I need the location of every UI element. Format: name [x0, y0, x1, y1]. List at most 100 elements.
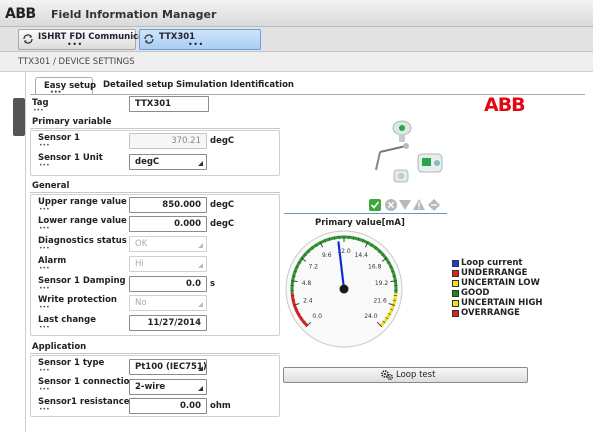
- alarm-select: Hi: [129, 256, 207, 272]
- diagnostics-status-label: Diagnostics status: [38, 236, 127, 246]
- write-protection-dots: •••: [39, 304, 50, 311]
- function-check-icon: [399, 200, 411, 210]
- loop-test-label: Loop test: [396, 370, 436, 380]
- legend-swatch: [452, 260, 459, 267]
- legend-label: UNDERRANGE: [461, 268, 528, 278]
- abb-logo: ABB: [5, 6, 36, 22]
- breadcrumb: TTX301 / DEVICE SETTINGS: [18, 57, 135, 67]
- sensor-type-dots: •••: [39, 367, 50, 374]
- gauge-tick-label: 4.8: [302, 280, 312, 287]
- upper-range-dots: •••: [39, 206, 50, 213]
- tab-dots: •••: [50, 89, 62, 96]
- device-image: [375, 120, 443, 183]
- legend-swatch: [452, 270, 459, 277]
- alarm-dots: •••: [39, 265, 50, 272]
- sensor1-value: 370.21: [129, 133, 207, 149]
- legend-swatch: [452, 290, 459, 297]
- gauge-tick-label: 21.6: [373, 298, 387, 305]
- tag-field[interactable]: TTX301: [129, 96, 209, 112]
- breadcrumb-bar: TTX301 / DEVICE SETTINGS: [0, 52, 593, 72]
- app-title: Field Information Manager: [51, 8, 217, 21]
- check-status-icon: [369, 199, 381, 211]
- sensor-resistance-dots: •••: [39, 406, 50, 413]
- section-divider: [30, 353, 280, 354]
- gauge-tick-label: 14.4: [355, 252, 369, 259]
- lower-range-unit: degC: [210, 219, 235, 229]
- gauge-hub: [339, 284, 349, 294]
- legend-label: Loop current: [461, 258, 523, 268]
- legend-label: OVERRANGE: [461, 308, 520, 318]
- doc-tab-ttx301[interactable]: TTX301 •••: [139, 29, 261, 50]
- upper-range-label: Upper range value: [38, 197, 127, 207]
- gauge-title: Primary value[mA]: [315, 218, 405, 228]
- legend-swatch: [452, 300, 459, 307]
- device-status-icons: [369, 199, 440, 211]
- svg-text:ABB: ABB: [484, 95, 525, 113]
- sensor1-unit: degC: [210, 136, 235, 146]
- write-protection-label: Write protection: [38, 295, 117, 305]
- tag-dots: •••: [33, 107, 44, 114]
- side-panel-handle[interactable]: [13, 98, 25, 136]
- sensor-type-select[interactable]: Pt100 (IEC751): [129, 359, 207, 375]
- legend-swatch: [452, 280, 459, 287]
- tab-easy-setup[interactable]: Easy setup •••: [35, 77, 96, 96]
- damping-label: Sensor 1 Damping: [38, 276, 126, 286]
- diagnostics-dots: •••: [39, 245, 50, 252]
- sensor-resistance-field[interactable]: 0.00: [129, 398, 207, 414]
- gauge-tick-label: 19.2: [375, 280, 389, 287]
- refresh-icon: [144, 34, 154, 44]
- doc-tab-dots: •••: [67, 40, 83, 49]
- refresh-icon: [23, 34, 33, 44]
- gauge-tick-label: 9.6: [322, 252, 332, 259]
- diagnostics-status-select: OK: [129, 236, 207, 252]
- legend-label: GOOD: [461, 288, 490, 298]
- last-change-dots: •••: [39, 324, 50, 331]
- legend-label: UNCERTAIN LOW: [461, 278, 540, 288]
- gauge-tick-label: 24.0: [364, 313, 378, 320]
- gauge-tick-label: 7.2: [308, 264, 318, 271]
- doc-tab-ishrt-fdi[interactable]: ISHRT FDI Communicati... •••: [18, 29, 161, 50]
- sensor-probe-icon: [375, 143, 409, 171]
- damping-field[interactable]: 0.0: [129, 276, 207, 292]
- legend-swatch: [452, 310, 459, 317]
- section-divider: [30, 128, 280, 129]
- lower-range-label: Lower range value: [38, 216, 127, 226]
- transmitter-head-icon: [392, 120, 412, 142]
- status-underline: [284, 213, 447, 214]
- out-of-spec-icon: [413, 199, 425, 210]
- sensor-base-icon: [393, 169, 409, 183]
- loop-test-button[interactable]: Loop test: [283, 367, 528, 383]
- sensor-resistance-unit: ohm: [210, 401, 231, 411]
- abb-brand-logo: ABB: [484, 95, 526, 113]
- transmitter-housing-icon: [417, 153, 443, 173]
- sensor1-unit-select[interactable]: degC: [129, 154, 207, 170]
- sensor-connection-label: Sensor 1 connection: [38, 377, 136, 387]
- gears-icon: [381, 370, 393, 380]
- write-protection-select: No: [129, 295, 207, 311]
- maintenance-status-icon: [428, 199, 440, 211]
- damping-dots: •••: [39, 285, 50, 292]
- damping-unit: s: [210, 279, 216, 289]
- failure-status-icon: [385, 199, 397, 211]
- lower-range-field[interactable]: 0.000: [129, 216, 207, 232]
- lower-range-dots: •••: [39, 225, 50, 232]
- upper-range-field[interactable]: 850.000: [129, 197, 207, 213]
- sensor1-dots: •••: [39, 142, 50, 149]
- document-tab-bar: ISHRT FDI Communicati... ••• TTX301 •••: [0, 27, 593, 52]
- gauge-tick-label: 0.0: [312, 313, 322, 320]
- section-divider: [30, 192, 280, 193]
- sensor1-unit-dots: •••: [39, 162, 50, 169]
- general-title: General: [32, 181, 70, 191]
- tab-identification[interactable]: Identification: [222, 77, 302, 95]
- legend-label: UNCERTAIN HIGH: [461, 298, 543, 308]
- sensor-connection-select[interactable]: 2-wire: [129, 379, 207, 395]
- gauge-tick-label: 2.4: [303, 298, 313, 305]
- title-bar: ABB Field Information Manager: [0, 0, 593, 27]
- application-title: Application: [32, 342, 87, 352]
- upper-range-unit: degC: [210, 200, 235, 210]
- sensor-connection-dots: •••: [39, 386, 50, 393]
- gauge-tick-label: 16.8: [368, 264, 382, 271]
- last-change-field[interactable]: 11/27/2014: [129, 315, 207, 331]
- doc-tab-dots: •••: [188, 40, 204, 49]
- primary-value-gauge: 0.02.44.87.29.612.014.416.819.221.624.0: [285, 230, 403, 348]
